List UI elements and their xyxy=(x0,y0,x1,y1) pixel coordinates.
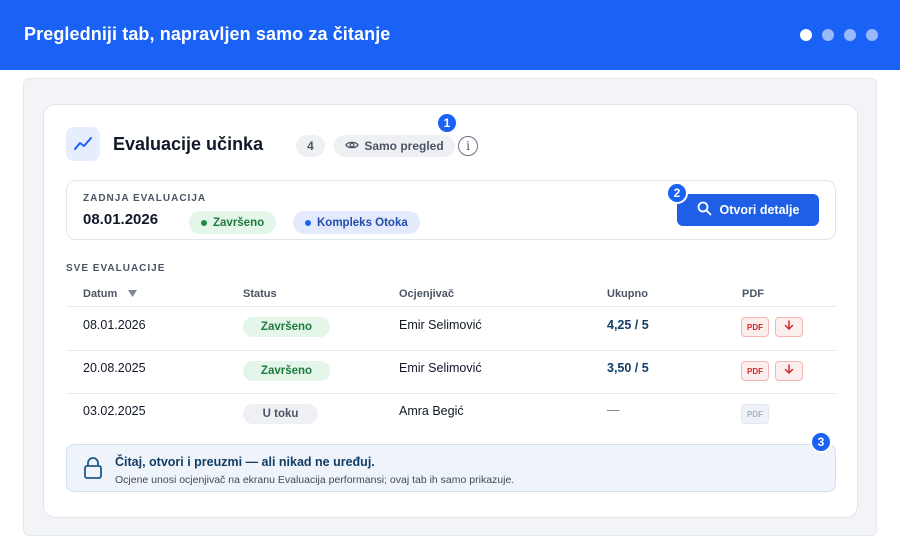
row-2-date: 20.08.2025 xyxy=(83,361,146,375)
column-header-date[interactable]: Datum xyxy=(83,288,138,300)
pager-dot-1[interactable] xyxy=(800,29,812,41)
row-1-download-button[interactable] xyxy=(775,317,803,337)
callout-marker-1: 1 xyxy=(436,112,458,134)
pager-dot-2[interactable] xyxy=(822,29,834,41)
notice-text: Ocjene unosi ocjenjivač na ekranu Evalua… xyxy=(115,474,515,486)
row-2-status-badge: Završeno xyxy=(243,361,330,381)
row-1-pdf-button[interactable]: PDF xyxy=(741,317,769,337)
status-dot-icon xyxy=(201,219,207,226)
last-status-label: Završeno xyxy=(213,216,265,229)
row-2-download-button[interactable] xyxy=(775,361,803,381)
last-status-badge: Završeno xyxy=(189,211,277,234)
readonly-notice: Čitaj, otvori i preuzmi — ali nikad ne u… xyxy=(66,444,836,492)
date-header-label: Datum xyxy=(83,288,118,300)
row-3-date: 03.02.2025 xyxy=(83,404,146,418)
top-banner: Pregledniji tab, napravljen samo za čita… xyxy=(0,0,900,70)
last-evaluation-panel: ZADNJA EVALUACIJA 08.01.2026 Završeno Ko… xyxy=(66,180,836,240)
divider xyxy=(66,350,836,351)
last-evaluation-date: 08.01.2026 xyxy=(83,211,159,228)
column-header-evaluator: Ocjenjivač xyxy=(399,288,455,300)
all-evaluations-label: SVE EVALUACIJE xyxy=(66,263,166,274)
search-icon xyxy=(697,201,712,219)
last-evaluation-label: ZADNJA EVALUACIJA xyxy=(83,193,207,204)
callout-marker-2: 2 xyxy=(666,182,688,204)
download-icon xyxy=(784,362,794,380)
card-title: Evaluacije učinka xyxy=(113,134,264,154)
pager-dot-4[interactable] xyxy=(866,29,878,41)
column-header-total: Ukupno xyxy=(607,288,648,300)
row-1-evaluator: Emir Selimović xyxy=(399,318,482,332)
column-header-pdf: PDF xyxy=(742,288,764,300)
location-dot-icon xyxy=(305,219,311,226)
eye-icon xyxy=(345,139,360,153)
readonly-badge: Samo pregled xyxy=(334,135,455,157)
row-2-total: 3,50 / 5 xyxy=(607,361,649,375)
row-3-pdf-button-disabled: PDF xyxy=(741,404,769,424)
trend-chart-icon xyxy=(66,127,100,161)
open-details-button[interactable]: Otvori detalje xyxy=(677,194,819,226)
divider xyxy=(66,393,836,394)
notice-title: Čitaj, otvori i preuzmi — ali nikad ne u… xyxy=(115,455,375,469)
callout-marker-3: 3 xyxy=(810,431,832,453)
lock-icon xyxy=(83,456,103,485)
column-header-status: Status xyxy=(243,288,277,300)
banner-title: Pregledniji tab, napravljen samo za čita… xyxy=(24,24,391,44)
row-2-pdf-button[interactable]: PDF xyxy=(741,361,769,381)
sort-desc-icon xyxy=(128,288,138,300)
row-3-status-badge: U toku xyxy=(243,404,318,424)
info-icon[interactable]: i xyxy=(458,136,478,156)
download-icon xyxy=(784,318,794,336)
location-badge: Kompleks Otoka xyxy=(293,211,420,234)
pager-dots xyxy=(800,29,878,41)
row-1-status-badge: Završeno xyxy=(243,317,330,337)
count-badge: 4 xyxy=(296,135,325,157)
row-2-evaluator: Emir Selimović xyxy=(399,361,482,375)
open-details-label: Otvori detalje xyxy=(719,203,800,217)
readonly-label: Samo pregled xyxy=(364,139,444,153)
row-1-date: 08.01.2026 xyxy=(83,318,146,332)
divider xyxy=(66,306,836,307)
row-1-total: 4,25 / 5 xyxy=(607,318,649,332)
pager-dot-3[interactable] xyxy=(844,29,856,41)
location-label: Kompleks Otoka xyxy=(317,216,408,229)
row-3-evaluator: Amra Begić xyxy=(399,404,464,418)
evaluations-card: Evaluacije učinka 4 Samo pregled i 1 ZAD… xyxy=(43,104,858,518)
row-3-total: — xyxy=(607,403,620,417)
